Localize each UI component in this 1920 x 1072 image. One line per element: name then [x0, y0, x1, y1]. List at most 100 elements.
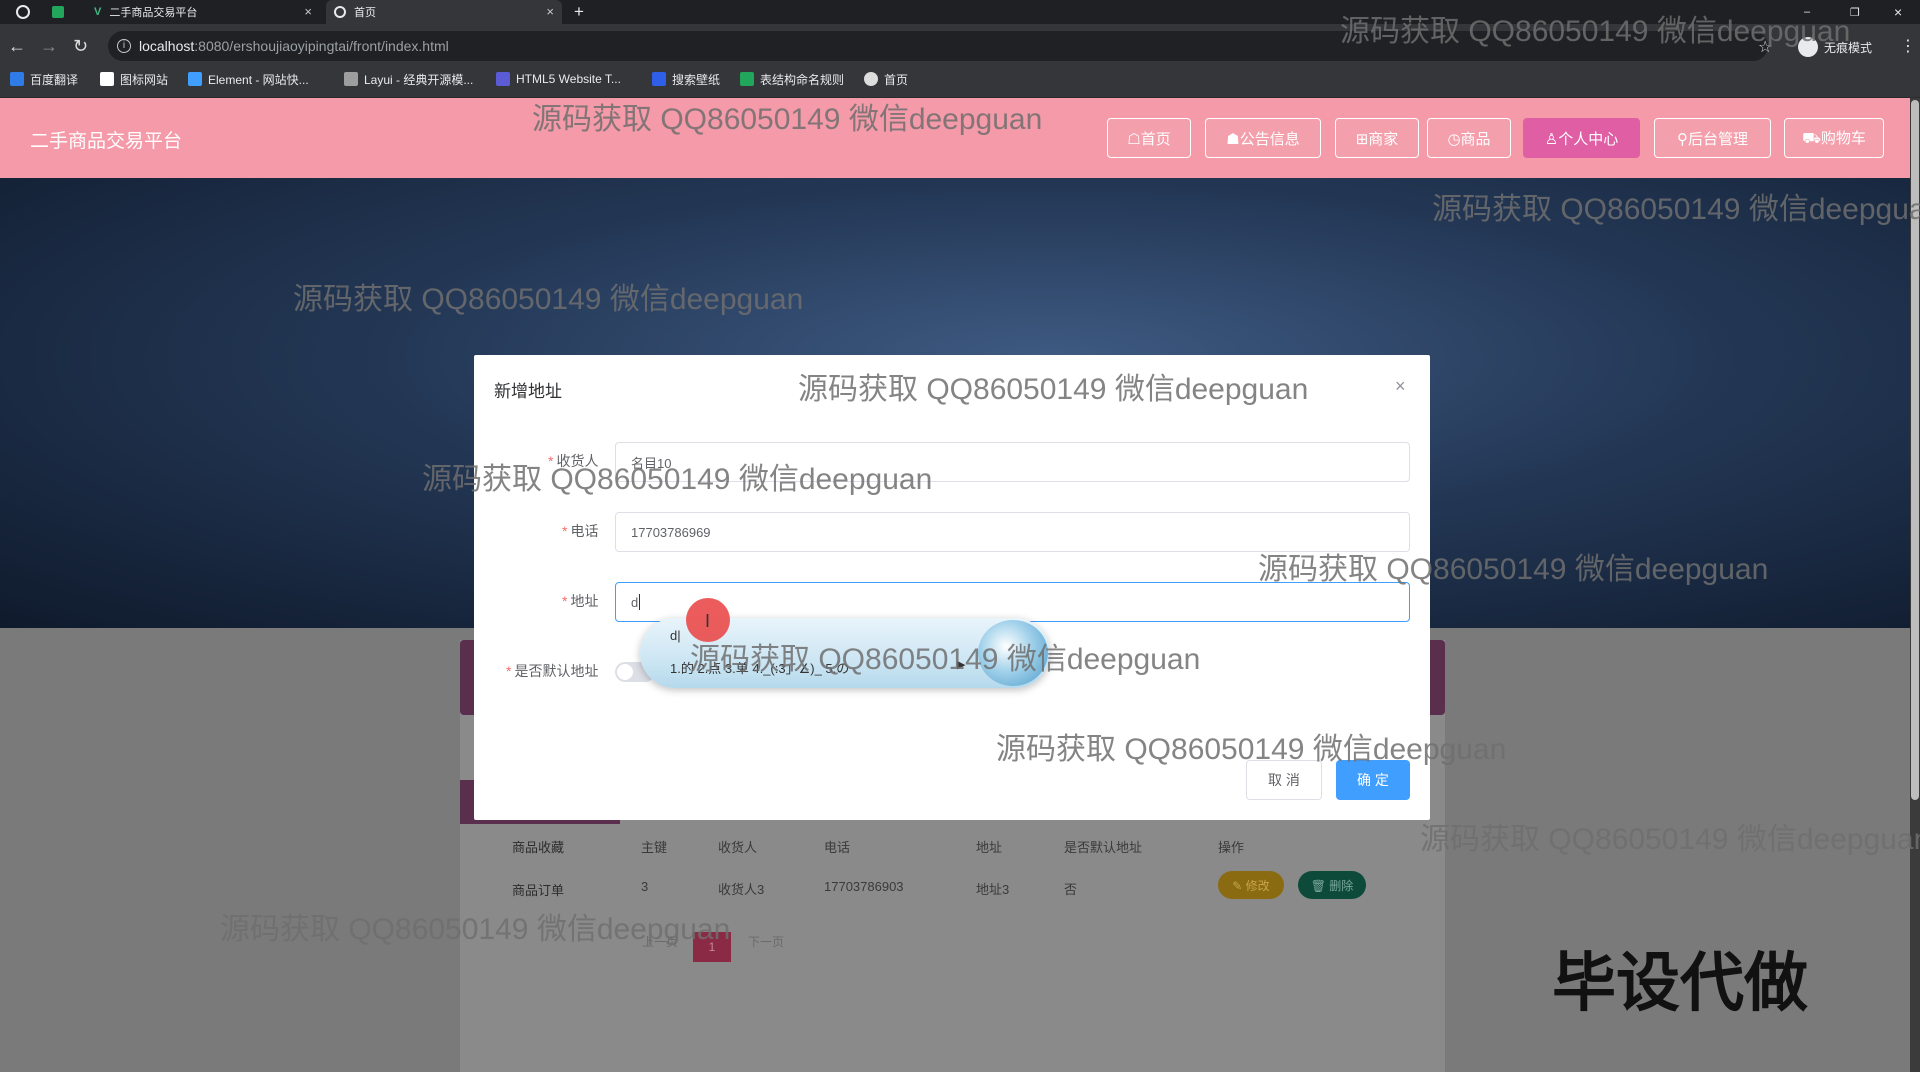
new-tab-button[interactable]: + — [574, 0, 594, 24]
bookmark-icon — [344, 72, 358, 86]
chrome-icon — [16, 5, 30, 19]
required-mark: * — [562, 593, 568, 609]
bookmark-label: HTML5 Website T... — [516, 72, 621, 86]
ime-candidate-list[interactable]: 1.的 2.点 3.单 4._(:3」∠)_ 5.の — [670, 658, 849, 677]
reload-icon[interactable]: ↻ — [73, 37, 88, 55]
nav-admin[interactable]: ⚲后台管理 — [1654, 118, 1771, 158]
phone-value: 17703786969 — [631, 524, 711, 540]
receiver-value: 名目10 — [631, 455, 672, 471]
sheet-icon — [52, 6, 64, 18]
back-icon[interactable]: ← — [8, 37, 26, 55]
dialog-close-icon[interactable]: × — [1395, 376, 1406, 397]
bookmark-item[interactable]: Element - 网站快... — [188, 71, 309, 87]
info-icon[interactable]: i — [117, 39, 131, 53]
star-icon[interactable]: ☆ — [1758, 37, 1772, 57]
bookmark-item[interactable]: 百度翻译 — [10, 71, 78, 87]
page-scrollbar-thumb[interactable] — [1911, 100, 1919, 800]
required-mark: * — [548, 453, 554, 469]
nav-home[interactable]: ☖首页 — [1107, 118, 1191, 158]
bookmark-icon — [740, 72, 754, 86]
bookmark-item[interactable]: Layui - 经典开源模... — [344, 71, 473, 87]
table-cell-id: 3 — [641, 879, 649, 894]
bookmark-item[interactable]: 搜索壁纸 — [652, 71, 720, 87]
side-item-favorites[interactable]: 商品收藏 — [512, 837, 564, 856]
phone-input[interactable]: 17703786969 — [615, 512, 1410, 552]
pager-next[interactable]: 下一页 — [748, 933, 784, 950]
pager-current[interactable]: 1 — [693, 932, 731, 962]
tab-title: 首页 — [354, 7, 376, 19]
url-path: :8080/ershoujiaoyipingtai/front/index.ht… — [194, 38, 449, 54]
restore-button[interactable]: ❐ — [1850, 0, 1864, 24]
tab-home[interactable]: 首页 × — [326, 0, 562, 24]
url-host: localhost — [139, 38, 195, 54]
delete-button[interactable]: 🗑 删除 — [1298, 871, 1366, 899]
bookmark-icon — [864, 72, 878, 86]
tab-sheet[interactable] — [48, 0, 72, 24]
bookmark-icon — [188, 72, 202, 86]
receiver-label-text: 收货人 — [556, 453, 599, 469]
side-item-orders[interactable]: 商品订单 — [512, 880, 564, 899]
globe-icon — [334, 6, 346, 18]
bookmark-icon — [652, 72, 666, 86]
table-cell-phone: 17703786903 — [824, 879, 904, 894]
phone-label-text: 电话 — [570, 523, 599, 539]
tab-chrome[interactable] — [12, 0, 36, 24]
ime-next-page-icon[interactable]: ▶ — [957, 658, 965, 671]
table-header: 收货人 — [718, 840, 758, 855]
menu-icon[interactable]: ⋮ — [1900, 36, 1916, 56]
bookmark-icon — [100, 72, 114, 86]
bookmark-item[interactable]: HTML5 Website T... — [496, 71, 621, 87]
table-header: 主键 — [641, 840, 668, 855]
default-address-label-text: 是否默认地址 — [514, 663, 599, 679]
tab-ershou[interactable]: V 二手商品交易平台 × — [88, 0, 320, 24]
bookmark-label: 表结构命名规则 — [760, 72, 845, 87]
tab-title: 二手商品交易平台 — [109, 7, 198, 19]
confirm-button[interactable]: 确 定 — [1336, 760, 1410, 800]
bookmark-item[interactable]: 首页 — [864, 71, 908, 87]
receiver-input[interactable]: 名目10 — [615, 442, 1410, 482]
address-label: * 地址 — [562, 591, 598, 611]
table-cell-address: 地址3 — [976, 882, 1010, 897]
bookmark-item[interactable]: 图标网站 — [100, 71, 168, 87]
profile-label[interactable]: 无痕模式 — [1824, 39, 1872, 56]
nav-personal-center[interactable]: ♙个人中心 — [1523, 118, 1640, 158]
address-input[interactable]: d — [615, 582, 1410, 622]
bookmark-icon — [10, 72, 24, 86]
required-mark: * — [562, 523, 568, 539]
text-caret — [639, 594, 641, 610]
address-value: d — [631, 594, 639, 610]
nav-notice[interactable]: ☗公告信息 — [1205, 118, 1321, 158]
bookmark-label: Layui - 经典开源模... — [364, 72, 474, 87]
bookmark-icon — [496, 72, 510, 86]
table-cell-name: 收货人3 — [718, 882, 765, 897]
text-cursor-icon: I — [705, 611, 711, 631]
bookmark-label: 首页 — [884, 72, 909, 87]
forward-icon[interactable]: → — [40, 37, 58, 55]
phone-label: * 电话 — [562, 521, 598, 541]
table-header: 操作 — [1218, 840, 1245, 855]
nav-cart[interactable]: ⛟购物车 — [1784, 118, 1884, 158]
table-header: 地址 — [976, 840, 1003, 855]
edit-button[interactable]: ✎ 修改 — [1218, 871, 1284, 899]
window-close-button[interactable]: × — [1894, 0, 1908, 24]
default-address-label: * 是否默认地址 — [506, 661, 598, 681]
minimize-button[interactable]: – — [1804, 0, 1818, 24]
table-header: 是否默认地址 — [1064, 840, 1143, 855]
dialog-title: 新增地址 — [494, 382, 562, 401]
overlay-text: 毕设代做 — [1552, 947, 1808, 1019]
site-brand[interactable]: 二手商品交易平台 — [30, 126, 182, 153]
bookmark-item[interactable]: 表结构命名规则 — [740, 71, 844, 87]
tab-close-icon[interactable]: × — [546, 4, 554, 19]
tab-close-icon[interactable]: × — [304, 4, 312, 19]
pager-prev[interactable]: 上一页 — [642, 933, 678, 950]
switch-knob[interactable] — [617, 664, 633, 680]
address-label-text: 地址 — [570, 593, 599, 609]
bookmark-label: 图标网站 — [120, 72, 169, 87]
bookmark-label: 搜索壁纸 — [672, 72, 721, 87]
url-text: localhost:8080/ershoujiaoyipingtai/front… — [139, 38, 449, 54]
nav-merchant[interactable]: ⊞商家 — [1335, 118, 1419, 158]
bookmark-label: Element - 网站快... — [208, 72, 309, 87]
table-header: 电话 — [824, 840, 851, 855]
nav-goods[interactable]: ◷商品 — [1427, 118, 1511, 158]
cancel-button[interactable]: 取 消 — [1246, 760, 1322, 800]
